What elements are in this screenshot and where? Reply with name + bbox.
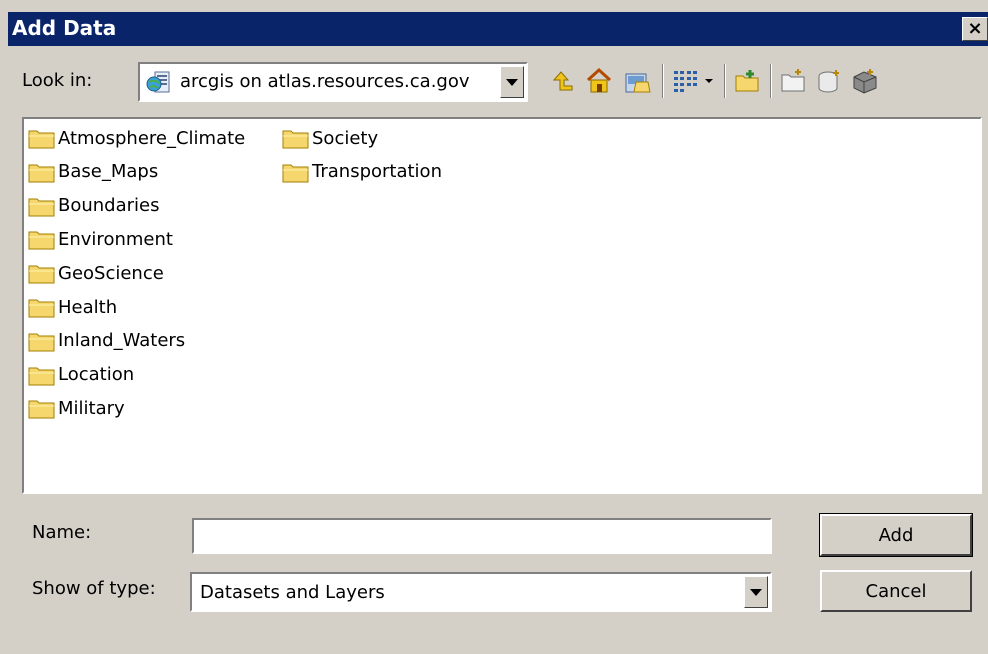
folder-name: GeoScience <box>58 262 164 284</box>
folder-icon <box>28 130 55 149</box>
file-list[interactable]: Atmosphere_Climate Base_Maps Boundaries Env… <box>22 117 982 494</box>
look-in-dropdown[interactable]: arcgis on atlas.resources.ca.gov <box>138 62 528 102</box>
cancel-button[interactable]: Cancel <box>820 570 972 612</box>
folder-item[interactable]: Military <box>28 393 125 423</box>
look-in-value: arcgis on atlas.resources.ca.gov <box>180 71 470 92</box>
folder-item[interactable]: Health <box>28 292 117 322</box>
folder-icon <box>28 400 55 419</box>
folder-item[interactable]: Inland_Waters <box>28 326 185 356</box>
folder-icon <box>282 164 309 183</box>
toolbar-separator <box>724 64 726 98</box>
folder-name: Location <box>58 364 135 386</box>
show-of-type-dropdown-button[interactable] <box>744 576 768 608</box>
look-in-label: Look in: <box>22 70 93 91</box>
folder-icon <box>28 299 55 318</box>
folder-name: Base_Maps <box>58 161 159 183</box>
folder-name: Boundaries <box>58 195 160 217</box>
toolbar-separator <box>662 64 664 98</box>
close-button[interactable]: × <box>962 17 988 41</box>
close-icon: × <box>967 18 983 39</box>
new-file-geodatabase-icon[interactable] <box>814 66 844 96</box>
up-one-level-icon[interactable] <box>546 66 576 96</box>
chevron-down-icon <box>506 78 518 86</box>
view-options-icon[interactable] <box>670 66 700 96</box>
show-of-type-dropdown[interactable]: Datasets and Layers <box>190 572 772 612</box>
folder-name: Environment <box>58 228 173 250</box>
folder-name: Inland_Waters <box>58 330 186 352</box>
name-label: Name: <box>32 522 92 543</box>
chevron-down-icon <box>750 588 762 596</box>
folder-item[interactable]: Boundaries <box>28 191 160 221</box>
show-of-type-label: Show of type: <box>32 578 156 599</box>
show-of-type-value: Datasets and Layers <box>200 582 385 603</box>
gis-server-icon <box>146 70 172 94</box>
folder-icon <box>28 333 55 352</box>
folder-item[interactable]: Base_Maps <box>28 157 158 187</box>
folder-name: Health <box>58 296 118 318</box>
look-in-dropdown-button[interactable] <box>500 66 524 98</box>
folder-icon <box>282 130 309 149</box>
folder-name: Military <box>58 397 125 419</box>
home-icon[interactable] <box>584 66 614 96</box>
name-field[interactable] <box>192 518 772 554</box>
connect-to-folder-icon[interactable] <box>622 66 652 96</box>
view-options-dropdown[interactable] <box>702 70 716 90</box>
cancel-button-label: Cancel <box>865 580 927 602</box>
add-button-label: Add <box>878 524 914 546</box>
folder-name: Atmosphere_Climate <box>58 127 246 149</box>
add-data-dialog: Add Data × Look in: arcgis on atlas.reso… <box>0 0 988 654</box>
folder-icon <box>28 231 55 250</box>
window-title: Add Data <box>12 16 117 40</box>
folder-icon <box>28 265 55 284</box>
folder-name: Society <box>312 127 379 149</box>
folder-item[interactable]: Transportation <box>282 157 442 187</box>
add-button[interactable]: Add <box>819 513 973 557</box>
new-item-icon[interactable] <box>778 66 808 96</box>
folder-icon <box>28 164 55 183</box>
toolbar-separator <box>770 64 772 98</box>
title-bar[interactable]: Add Data × <box>8 12 988 46</box>
folder-item[interactable]: Society <box>282 123 378 153</box>
new-folder-icon[interactable] <box>732 66 762 96</box>
catalog-icon[interactable] <box>850 66 880 96</box>
folder-name: Transportation <box>312 161 442 183</box>
folder-item[interactable]: GeoScience <box>28 258 164 288</box>
folder-item[interactable]: Atmosphere_Climate <box>28 123 245 153</box>
folder-item[interactable]: Environment <box>28 224 173 254</box>
folder-icon <box>28 198 55 217</box>
folder-item[interactable]: Location <box>28 360 134 390</box>
folder-icon <box>28 367 55 386</box>
